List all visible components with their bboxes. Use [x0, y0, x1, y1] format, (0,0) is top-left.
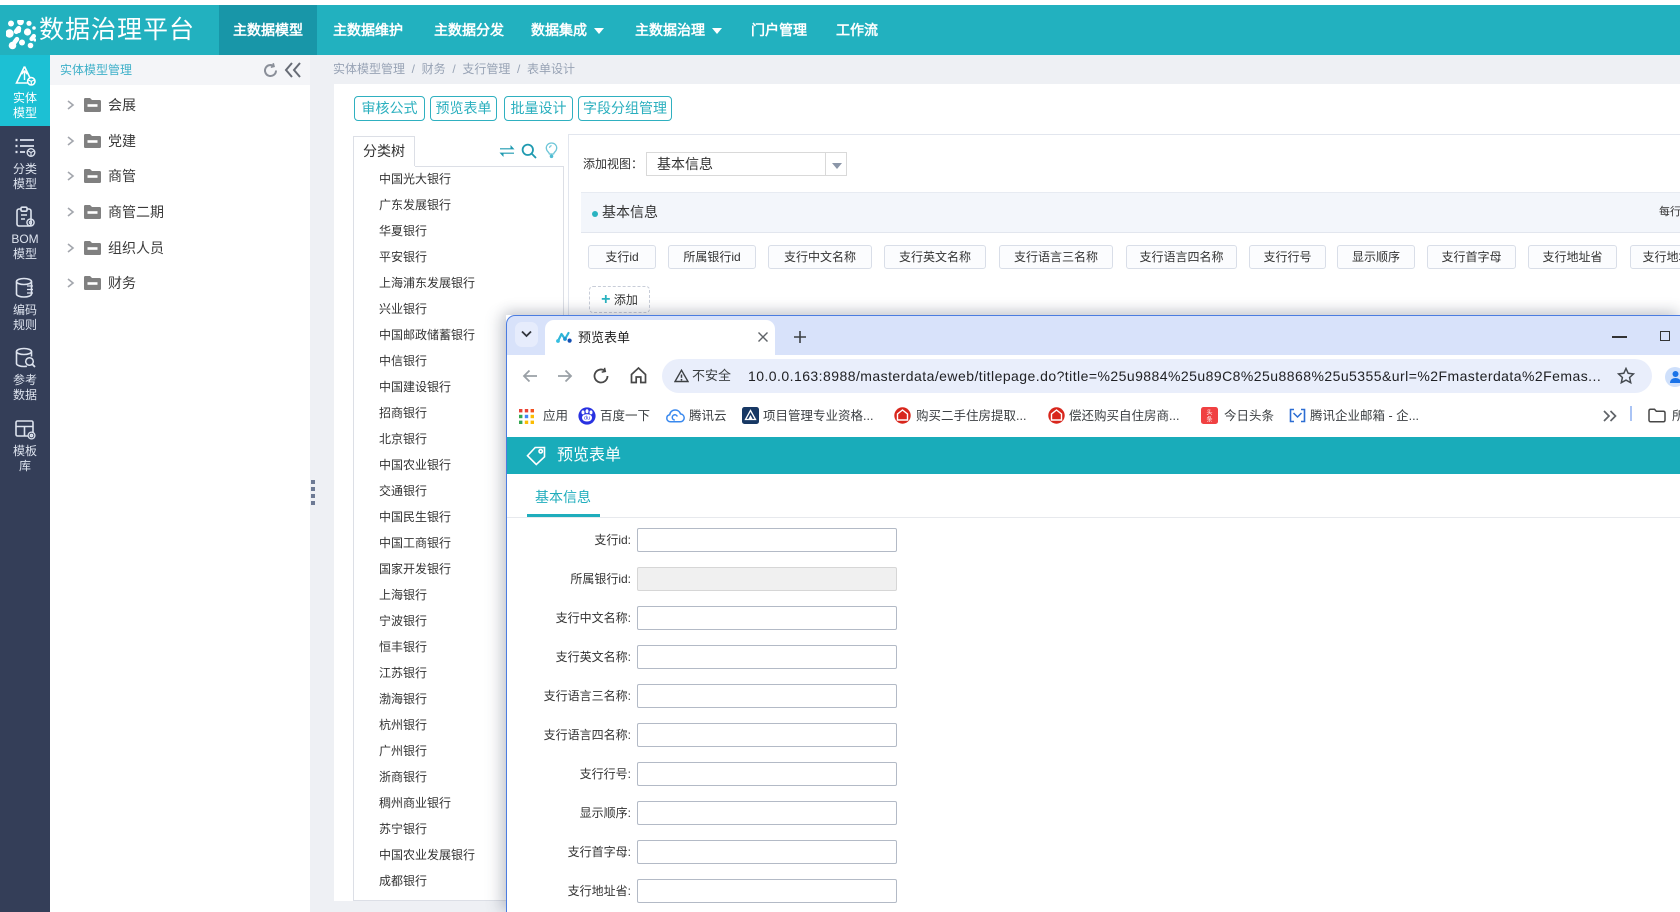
svg-text:条: 条	[1206, 415, 1212, 423]
svg-text:头: 头	[1206, 408, 1212, 416]
svg-text:du: du	[584, 416, 590, 422]
